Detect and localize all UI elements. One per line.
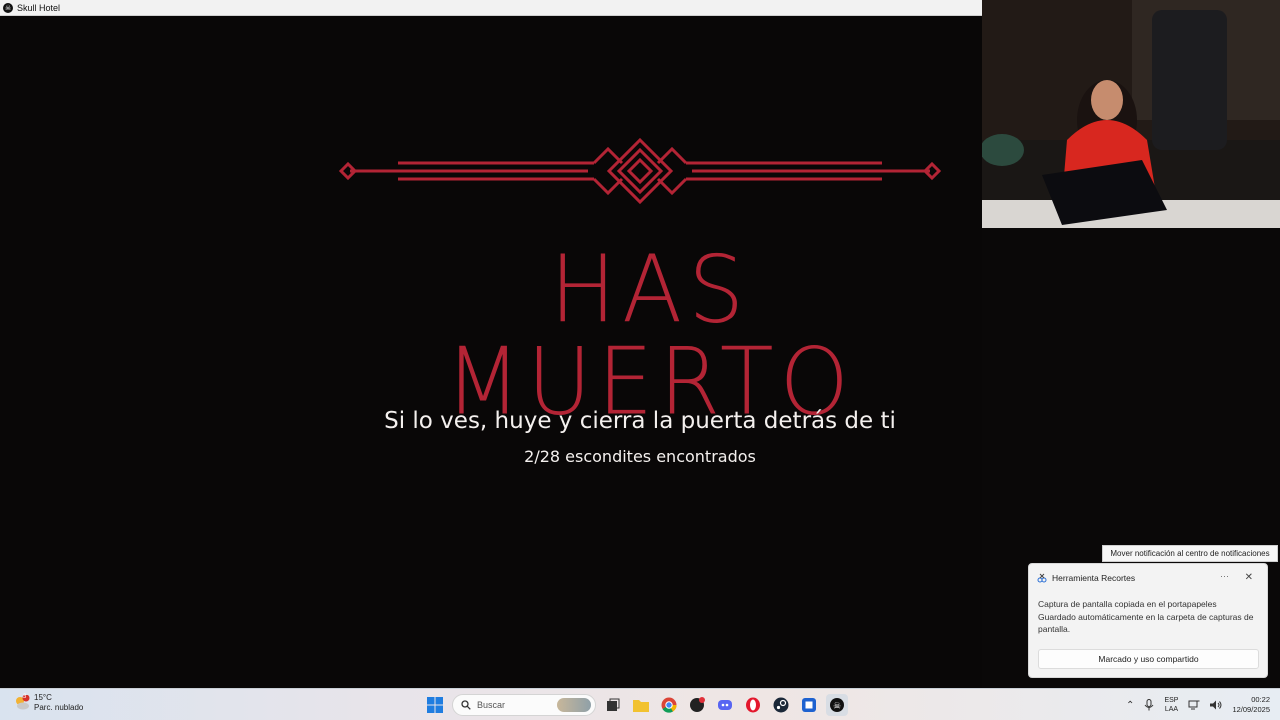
start-icon[interactable] — [424, 694, 446, 716]
hideouts-counter: 2/28 escondites encontrados — [524, 447, 756, 466]
opera-icon[interactable] — [742, 694, 764, 716]
search-icon — [461, 700, 471, 710]
keyboard-layout: LAA — [1164, 706, 1179, 713]
toast-body: Captura de pantalla copiada en el portap… — [1038, 598, 1258, 636]
launcher-icon[interactable] — [798, 694, 820, 716]
skull-app-icon: ☠ — [3, 2, 13, 13]
close-icon[interactable]: ✕ — [1245, 572, 1253, 583]
toast-line-1: Captura de pantalla copiada en el portap… — [1038, 599, 1217, 609]
chevron-up-icon[interactable]: ⌃ — [1126, 700, 1134, 711]
task-view-icon[interactable] — [602, 694, 624, 716]
weather-icon: 3 — [14, 694, 30, 711]
chrome-icon[interactable] — [658, 694, 680, 716]
clock-date: 12/09/2025 — [1232, 705, 1270, 714]
weather-badge: 3 — [23, 694, 27, 700]
webcam-overlay — [982, 0, 1280, 228]
volume-icon[interactable] — [1210, 700, 1222, 710]
window-titlebar[interactable]: ☠ Skull Hotel — [0, 0, 982, 16]
toast-header: Herramienta Recortes — [1037, 573, 1135, 583]
system-tray: ⌃ ESP LAA 00:22 12/09/2025 — [1126, 689, 1280, 720]
markup-share-button[interactable]: Marcado y uso compartido — [1038, 649, 1259, 669]
ornament-divider-icon — [338, 137, 942, 205]
search-highlight-image — [557, 698, 591, 712]
taskbar-apps: Buscar ☠ — [424, 693, 848, 717]
network-icon[interactable] — [1188, 700, 1200, 710]
skull-hotel-icon[interactable]: ☠ — [826, 694, 848, 716]
search-box[interactable]: Buscar — [452, 694, 596, 716]
clock[interactable]: 00:22 12/09/2025 — [1232, 695, 1270, 715]
weather-widget[interactable]: 3 15°C Parc. nublado — [14, 693, 83, 713]
toast-line-2: Guardado automáticamente en la carpeta d… — [1038, 611, 1254, 635]
notification-toast[interactable]: Herramienta Recortes ··· ✕ Captura de pa… — [1028, 563, 1268, 678]
language-indicator[interactable]: ESP LAA — [1164, 696, 1178, 714]
discord-icon[interactable] — [714, 694, 736, 716]
hint-text: Si lo ves, huye y cierra la puerta detrá… — [384, 408, 896, 434]
window-title: Skull Hotel — [17, 2, 61, 13]
language-code: ESP — [1164, 697, 1179, 704]
death-title: HAS MUERTO — [445, 235, 855, 436]
app-icon[interactable] — [686, 694, 708, 716]
file-explorer-icon[interactable] — [630, 694, 652, 716]
microphone-icon[interactable] — [1144, 699, 1154, 711]
webcam-feed — [982, 0, 1280, 228]
steam-icon[interactable] — [770, 694, 792, 716]
game-screen: HAS MUERTO Si lo ves, huye y cierra la p… — [0, 16, 982, 688]
snipping-tool-icon — [1037, 573, 1047, 583]
search-placeholder: Buscar — [477, 700, 506, 710]
weather-desc: Parc. nublado — [34, 703, 84, 712]
more-options-icon[interactable]: ··· — [1220, 571, 1229, 581]
notification-tooltip: Mover notificación al centro de notifica… — [1102, 545, 1278, 562]
weather-temp: 15°C — [34, 693, 52, 702]
svg-text:☠: ☠ — [833, 702, 841, 712]
clock-time: 00:22 — [1251, 695, 1270, 704]
taskbar: 3 15°C Parc. nublado Buscar ☠ ⌃ ESP LAA … — [0, 688, 1280, 720]
toast-app-name: Herramienta Recortes — [1052, 573, 1136, 583]
